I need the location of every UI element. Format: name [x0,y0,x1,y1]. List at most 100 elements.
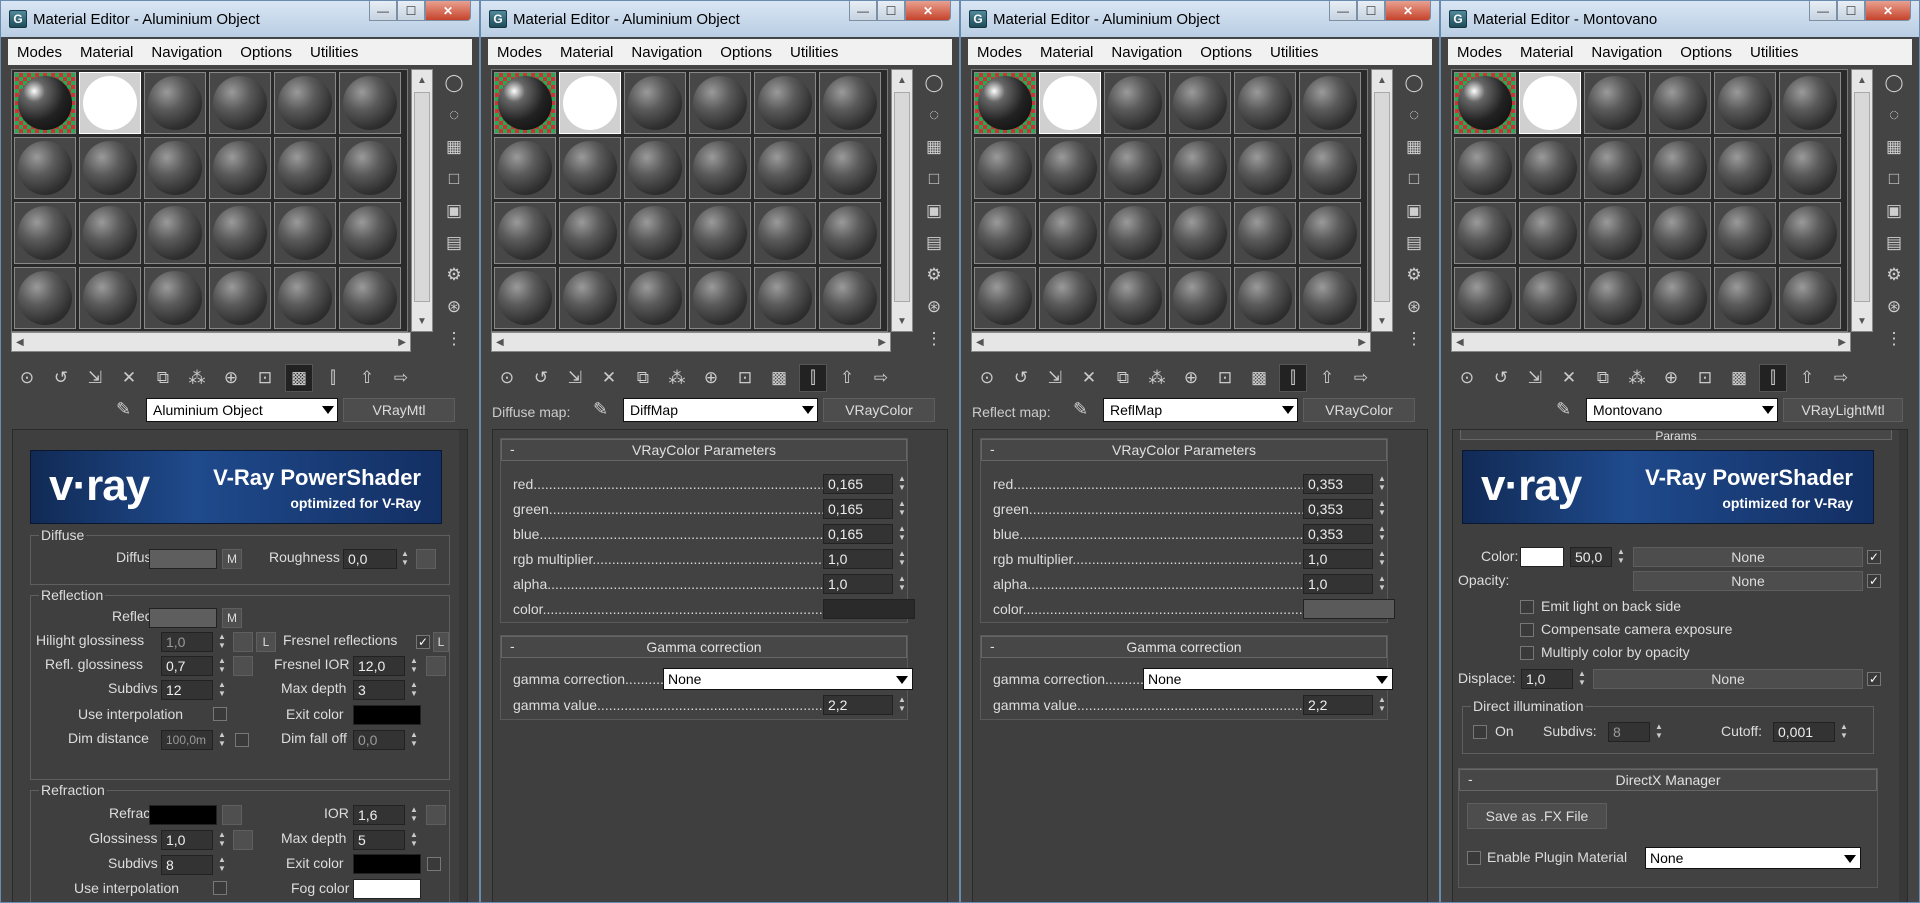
color-texture-button[interactable]: None [1633,547,1863,567]
material-sample-slot[interactable] [1039,202,1101,264]
material-type-button[interactable]: VRayLightMtl [1783,398,1903,422]
material-sample-slot[interactable] [1169,72,1231,134]
show-end-result-icon[interactable]: ⫿ [1279,364,1307,392]
show-end-result-icon[interactable]: ⫿ [799,364,827,392]
panel-scrollbar[interactable] [1899,430,1907,902]
gamma-value-spinner[interactable]: ▲ ▼ [1375,695,1389,715]
enable-plugin-material-checkbox[interactable] [1467,851,1481,865]
material-sample-slot[interactable] [559,202,621,264]
select-by-material-icon[interactable]: ⊛ [1879,295,1909,319]
material-sample-slot[interactable] [494,202,556,264]
show-map-in-viewport-icon[interactable]: ▩ [765,364,793,392]
material-sample-slot[interactable] [144,267,206,329]
video-color-check-icon[interactable]: ▣ [439,199,469,223]
material-sample-slot[interactable] [754,202,816,264]
material-sample-slot[interactable] [624,72,686,134]
menu-material[interactable]: Material [1031,44,1102,61]
blue-field[interactable]: 0,353 [1303,524,1373,544]
minimize-button[interactable]: — [1809,1,1837,21]
hilight-glossiness-spinner[interactable]: ▲ ▼ [215,632,229,652]
material-sample-slot[interactable] [1714,137,1776,199]
get-material-icon[interactable]: ⊙ [13,364,41,392]
material-sample-slot[interactable] [209,267,271,329]
light-color-swatch[interactable] [1520,547,1564,567]
gamma-value-spinner[interactable]: ▲ ▼ [895,695,909,715]
video-color-check-icon[interactable]: ▣ [919,199,949,223]
direct-on-checkbox[interactable] [1473,725,1487,739]
green-field[interactable]: 0,353 [1303,499,1373,519]
close-button[interactable]: ✕ [1385,1,1431,21]
params-rollup-header[interactable]: Params [1460,430,1892,443]
refr-glossiness-map-button[interactable] [233,830,253,850]
make-unique-icon[interactable]: ⁂ [1623,364,1651,392]
options-icon[interactable]: ⚙ [1879,263,1909,287]
material-sample-slot[interactable] [1454,267,1516,329]
refl-exit-color-swatch[interactable] [353,705,421,725]
save-as-fx-button[interactable]: Save as .FX File [1467,803,1607,829]
material-sample-slot[interactable] [1584,202,1646,264]
sample-uv-tiling-icon[interactable]: □ [439,167,469,191]
material-sample-slot[interactable] [144,137,206,199]
sample-vertical-scrollbar[interactable]: ▲ ▼ [1851,69,1873,332]
sample-vertical-scrollbar[interactable]: ▲ ▼ [411,69,433,332]
alpha-spinner[interactable]: ▲ ▼ [895,574,909,594]
material-sample-slot[interactable] [1779,72,1841,134]
fog-color-swatch[interactable] [353,879,421,899]
material-sample-slot[interactable] [79,267,141,329]
blue-spinner[interactable]: ▲ ▼ [895,524,909,544]
menu-navigation[interactable]: Navigation [1582,44,1671,61]
material-sample-slot[interactable] [1714,72,1776,134]
put-to-library-icon[interactable]: ⊕ [217,364,245,392]
material-sample-slot[interactable] [1039,267,1101,329]
roughness-spinner[interactable]: ▲ ▼ [398,549,412,569]
rollup-header[interactable]: - VRayColor Parameters [981,439,1387,461]
pick-material-eyedropper-icon[interactable]: ✎ [593,399,608,420]
material-sample-slot[interactable] [1714,202,1776,264]
material-sample-slot[interactable] [144,72,206,134]
sample-vertical-scrollbar[interactable]: ▲ ▼ [1371,69,1393,332]
color-multiplier-field[interactable]: 50,0 [1570,547,1612,567]
menu-material[interactable]: Material [1511,44,1582,61]
sample-type-icon[interactable]: ◯ [919,71,949,95]
reflect-map-button[interactable]: M [222,608,242,628]
sample-horizontal-scrollbar[interactable]: ◀ ▶ [1451,332,1851,352]
refr-exit-color-swatch[interactable] [353,854,421,874]
material-sample-slot[interactable] [624,202,686,264]
menu-options[interactable]: Options [231,44,301,61]
copy-material-icon[interactable]: ⧉ [1589,364,1617,392]
menu-utilities[interactable]: Utilities [1261,44,1327,61]
show-end-result-icon[interactable]: ⫿ [319,364,347,392]
refr-exit-color-checkbox[interactable] [427,857,441,871]
map-name-combo[interactable]: ReflMap [1103,398,1298,422]
title-bar[interactable]: G Material Editor - Aluminium Object — ☐… [1,1,479,37]
show-map-in-viewport-icon[interactable]: ▩ [1245,364,1273,392]
material-sample-slot[interactable] [974,137,1036,199]
make-preview-icon[interactable]: ▤ [439,231,469,255]
go-forward-to-sibling-icon[interactable]: ⇨ [1347,364,1375,392]
reset-map-icon[interactable]: ✕ [115,364,143,392]
reset-map-icon[interactable]: ✕ [595,364,623,392]
refl-glossiness-map-button[interactable] [233,656,253,676]
material-sample-slot[interactable] [1234,267,1296,329]
dim-fall-off-field[interactable]: 0,0 [353,730,405,750]
make-preview-icon[interactable]: ▤ [1399,231,1429,255]
green-spinner[interactable]: ▲ ▼ [895,499,909,519]
sample-horizontal-scrollbar[interactable]: ◀ ▶ [971,332,1371,352]
menu-options[interactable]: Options [1191,44,1261,61]
color-swatch[interactable] [823,599,915,619]
diffuse-map-button[interactable]: M [222,549,242,569]
material-sample-slot[interactable] [1779,267,1841,329]
refr-max-depth-spinner[interactable]: ▲ ▼ [407,830,421,850]
rollup-header[interactable]: - DirectX Manager [1459,769,1877,791]
rgb-multiplier-field[interactable]: 1,0 [823,549,893,569]
backlight-icon[interactable]: ◌ [919,103,949,127]
refl-use-interpolation-checkbox[interactable] [213,707,227,721]
material-sample-slot[interactable] [689,267,751,329]
material-sample-slot[interactable] [1234,202,1296,264]
menu-options[interactable]: Options [711,44,781,61]
material-sample-slot[interactable] [274,267,336,329]
material-sample-slot[interactable] [1519,202,1581,264]
material-sample-slot[interactable] [1104,202,1166,264]
material-sample-slot[interactable] [14,202,76,264]
refr-glossiness-spinner[interactable]: ▲ ▼ [215,830,229,850]
